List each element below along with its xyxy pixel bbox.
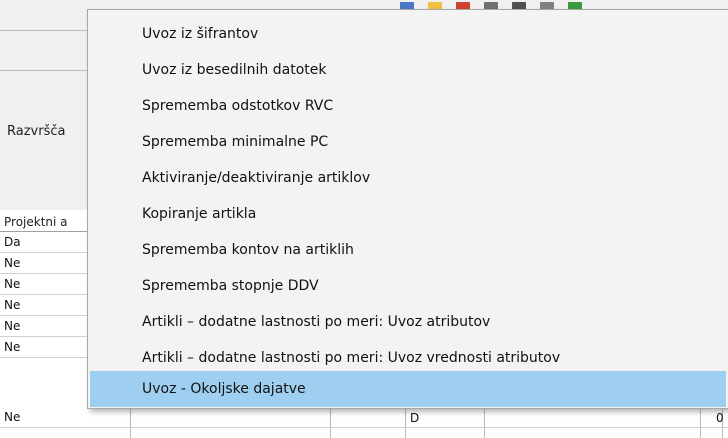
menu-item-uvoz-iz-besedilnih-datotek[interactable]: Uvoz iz besedilnih datotek <box>88 52 728 88</box>
menu-item-aktiviranje-deaktiviranje[interactable]: Aktiviranje/deaktiviranje artiklov <box>88 160 728 196</box>
table-cell: Ne <box>4 410 21 424</box>
menu-item-sprememba-kontov[interactable]: Sprememba kontov na artiklih <box>88 232 728 268</box>
menu-item-uvoz-atributov[interactable]: Artikli – dodatne lastnosti po meri: Uvo… <box>88 304 728 340</box>
table-cell: Ne <box>4 298 21 312</box>
panel-divider <box>0 70 90 71</box>
table-cell: Ne <box>4 340 21 354</box>
menu-item-sprememba-odstotkov-rvc[interactable]: Sprememba odstotkov RVC <box>88 88 728 124</box>
menu-item-sprememba-minimalne-pc[interactable]: Sprememba minimalne PC <box>88 124 728 160</box>
table-cell: Ne <box>4 256 21 270</box>
menu-item-kopiranje-artikla[interactable]: Kopiranje artikla <box>88 196 728 232</box>
panel-divider <box>0 30 90 31</box>
sort-label: Razvršča <box>7 124 66 139</box>
table-cell: Ne <box>4 277 21 291</box>
context-menu: Uvoz iz šifrantov Uvoz iz besedilnih dat… <box>87 9 728 409</box>
table-cell-value: 0 <box>716 411 724 425</box>
menu-item-sprememba-stopnje-ddv[interactable]: Sprememba stopnje DDV <box>88 268 728 304</box>
column-header-projektni[interactable]: Projektni a <box>4 215 68 229</box>
table-cell: Da <box>4 235 21 249</box>
table-row[interactable]: Ne <box>0 407 728 428</box>
table-cell-code: D <box>410 411 420 425</box>
menu-item-uvoz-okoljske-dajatve[interactable]: Uvoz - Okoljske dajatve <box>90 371 726 407</box>
menu-item-uvoz-iz-sifrantov[interactable]: Uvoz iz šifrantov <box>88 16 728 52</box>
table-cell: Ne <box>4 319 21 333</box>
